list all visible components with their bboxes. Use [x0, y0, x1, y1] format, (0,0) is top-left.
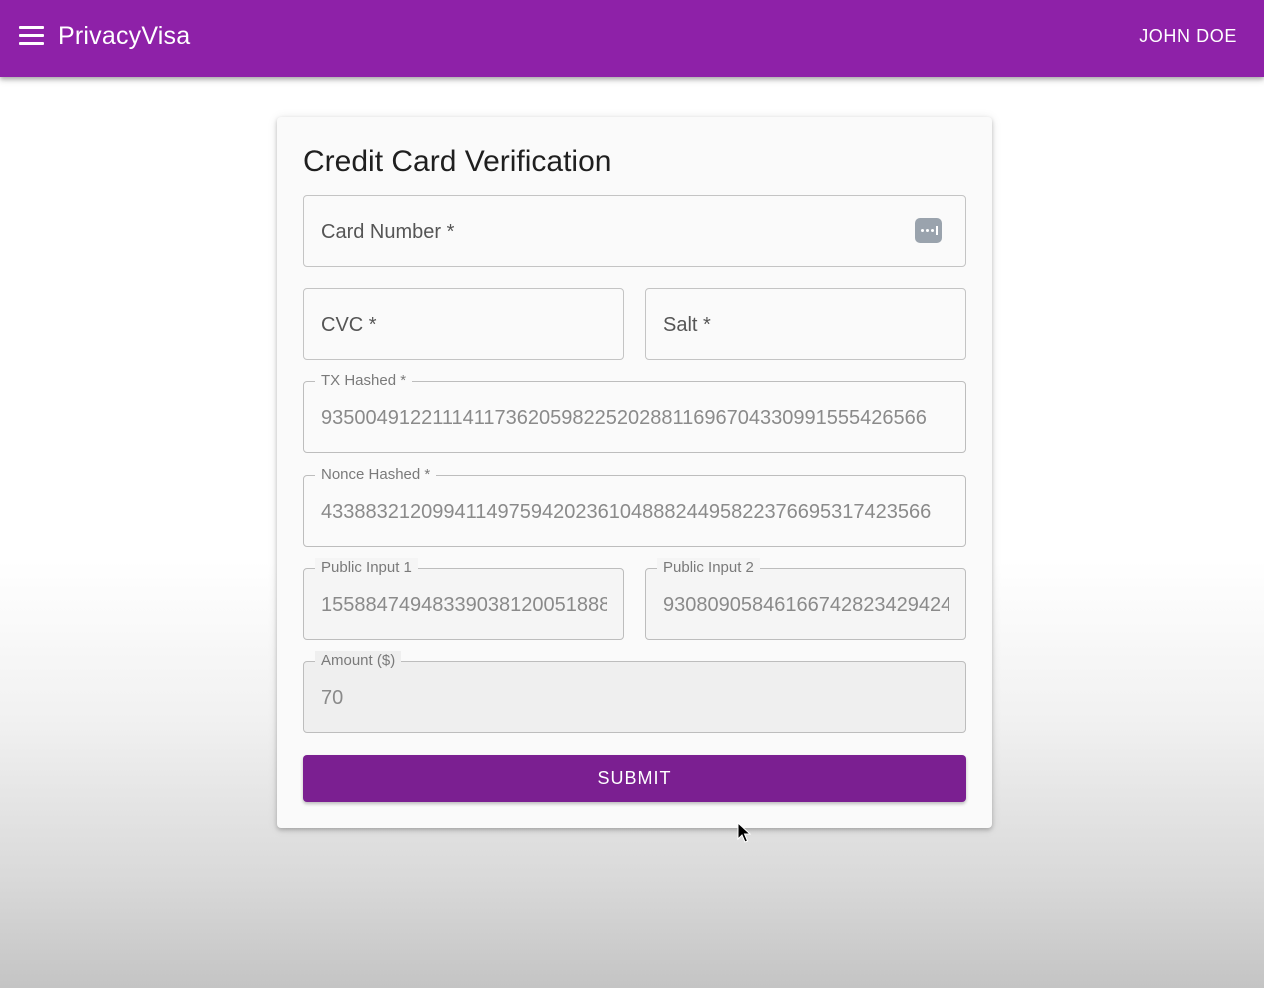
tx-hashed-value: 9350049122111411736205982252028811696704… — [321, 407, 927, 429]
public-input-1-value: 15588474948339038120051888 — [321, 594, 607, 616]
amount-field[interactable]: Amount ($) 70 — [303, 651, 966, 733]
public-input-2-value: 93080905846166742823429424 — [663, 594, 949, 616]
amount-value: 70 — [321, 687, 344, 709]
public-input-2-field[interactable]: Public Input 2 9308090584616674282342942… — [645, 558, 966, 640]
hamburger-menu-icon[interactable] — [19, 26, 44, 45]
nonce-hashed-value: 4338832120994114975942023610488824495822… — [321, 501, 932, 523]
nonce-hashed-label: Nonce Hashed * — [315, 465, 437, 485]
password-manager-icon[interactable] — [915, 218, 942, 243]
public-input-1-label: Public Input 1 — [315, 558, 418, 578]
amount-label: Amount ($) — [315, 651, 402, 671]
submit-button[interactable]: SUBMIT — [303, 755, 966, 802]
public-input-1-field[interactable]: Public Input 1 1558847494833903812005188… — [303, 558, 624, 640]
tx-hashed-label: TX Hashed * — [315, 371, 413, 391]
user-menu-button[interactable]: JOHN DOE — [1139, 24, 1237, 48]
form-title: Credit Card Verification — [303, 145, 612, 178]
app-title: PrivacyVisa — [58, 22, 191, 50]
app-bar: PrivacyVisa JOHN DOE — [0, 0, 1264, 77]
public-input-2-label: Public Input 2 — [657, 558, 760, 578]
mouse-cursor-icon — [737, 822, 751, 843]
nonce-hashed-field[interactable]: Nonce Hashed * 4338832120994114975942023… — [303, 465, 966, 547]
verification-card: Credit Card Verification Card Number * C… — [277, 117, 992, 828]
cvc-field[interactable]: CVC * — [303, 288, 624, 360]
cvc-label: CVC * — [321, 314, 377, 336]
card-number-label: Card Number * — [321, 221, 455, 243]
card-number-field[interactable]: Card Number * — [303, 195, 966, 267]
salt-field[interactable]: Salt * — [645, 288, 966, 360]
tx-hashed-field[interactable]: TX Hashed * 9350049122111411736205982252… — [303, 371, 966, 453]
salt-label: Salt * — [663, 314, 711, 336]
